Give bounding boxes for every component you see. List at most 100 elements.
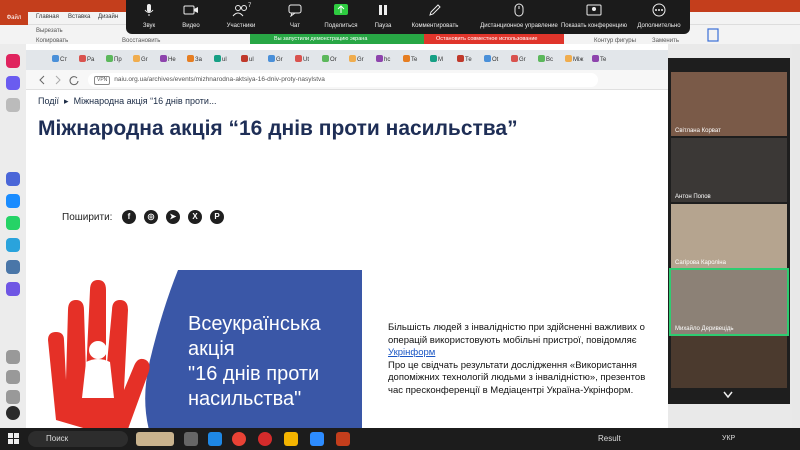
stop-share-button[interactable]: Остановить совместное использование: [424, 34, 564, 44]
browser-tab[interactable]: Gr: [349, 53, 368, 67]
web-page: Події ▸ Міжнародна акція “16 днів проти.…: [26, 90, 668, 428]
tab-label: Gr: [276, 57, 283, 63]
browser-tab[interactable]: ul: [241, 53, 260, 67]
tab-label: Or: [330, 57, 337, 63]
whatsapp-icon[interactable]: [6, 216, 20, 230]
weather-result-label[interactable]: Result: [598, 434, 621, 443]
opera-logo-icon[interactable]: [6, 54, 20, 68]
settings-icon[interactable]: [6, 390, 20, 404]
browser-tab[interactable]: Te: [592, 53, 611, 67]
browser-tab[interactable]: Пр: [106, 53, 125, 67]
tab-favicon-icon: [511, 55, 518, 62]
x-twitter-icon[interactable]: X: [188, 210, 202, 224]
browser-tab[interactable]: Те: [457, 53, 476, 67]
article-line: допоміжних технологій людьми з інвалідні…: [388, 372, 646, 383]
participant-tile-active[interactable]: Михайло Деривецідь: [669, 268, 789, 336]
file-explorer-icon[interactable]: [284, 432, 298, 446]
zoom-annotate-button[interactable]: Комментировать: [400, 3, 470, 29]
instagram-icon[interactable]: ◎: [144, 210, 158, 224]
browser-tab[interactable]: Між: [565, 53, 584, 67]
breadcrumb-home[interactable]: Події: [38, 96, 59, 106]
browser-tab[interactable]: Не: [160, 53, 179, 67]
reload-icon[interactable]: [68, 74, 80, 86]
browser-tab[interactable]: Ст: [52, 53, 71, 67]
tab-favicon-icon: [160, 55, 167, 62]
vpn-badge[interactable]: VPN: [94, 76, 111, 85]
zoom-toolbar: Звук Видео Участники 7 Чат Поделиться Па…: [126, 0, 690, 34]
messenger-icon[interactable]: [6, 194, 20, 208]
browser-tab[interactable]: M: [430, 53, 449, 67]
tab-favicon-icon: [457, 55, 464, 62]
browser-tab[interactable]: ul: [214, 53, 233, 67]
taskbar-search[interactable]: Поиск: [28, 431, 128, 447]
opera-taskbar-icon[interactable]: [258, 432, 272, 446]
participant-tile[interactable]: Світлана Корват: [671, 72, 787, 136]
browser-tab[interactable]: Bc: [538, 53, 557, 67]
pinterest-icon[interactable]: P: [210, 210, 224, 224]
ai-icon[interactable]: [6, 172, 20, 186]
telegram-share-icon[interactable]: ➤: [166, 210, 180, 224]
ppt-tab-home[interactable]: Главная: [36, 14, 59, 20]
forward-icon[interactable]: [52, 74, 64, 86]
powerpoint-taskbar-icon[interactable]: [336, 432, 350, 446]
aria-icon[interactable]: [6, 76, 20, 90]
tab-label: Ut: [303, 57, 309, 63]
pen-icon[interactable]: [6, 406, 20, 420]
browser-tab[interactable]: hc: [376, 53, 395, 67]
ppt-file-tab[interactable]: Файл: [0, 12, 28, 25]
tab-label: Bc: [546, 57, 554, 63]
heart-icon[interactable]: [6, 350, 20, 364]
tab-favicon-icon: [592, 55, 599, 62]
banner-line-1: Всеукраїнська: [188, 313, 321, 335]
chrome-icon[interactable]: [232, 432, 246, 446]
tab-favicon-icon: [295, 55, 302, 62]
language-indicator[interactable]: УКР: [722, 435, 735, 442]
scroll-down-chevron-icon[interactable]: [722, 390, 734, 400]
apps-icon[interactable]: [6, 282, 20, 296]
facebook-icon[interactable]: f: [122, 210, 136, 224]
tab-label: Ot: [492, 57, 499, 63]
participants-count-badge: 7: [248, 3, 252, 9]
browser-tab[interactable]: Ut: [295, 53, 314, 67]
telegram-icon[interactable]: [6, 238, 20, 252]
tab-favicon-icon: [241, 55, 248, 62]
ppt-tab-insert[interactable]: Вставка: [68, 14, 90, 20]
browser-tab[interactable]: За: [187, 53, 206, 67]
browser-tab[interactable]: Ot: [484, 53, 503, 67]
widget-thumbnail[interactable]: [136, 432, 174, 446]
zoom-show-meeting-button[interactable]: Показать конференцию: [556, 3, 632, 29]
participant-tile[interactable]: [671, 336, 787, 388]
windows-start-icon[interactable]: [8, 433, 20, 445]
browser-tab[interactable]: Рa: [79, 53, 98, 67]
browser-tab[interactable]: Or: [322, 53, 341, 67]
page-scrollbar[interactable]: [792, 44, 800, 428]
tab-label: Gr: [141, 57, 148, 63]
tab-label: Рa: [87, 57, 95, 63]
browser-tab[interactable]: Gr: [511, 53, 530, 67]
task-view-icon[interactable]: [184, 432, 198, 446]
ppt-cut[interactable]: Вырезать: [36, 28, 63, 34]
zoom-remote-control-button[interactable]: Дистанционное управление: [474, 3, 564, 29]
history-icon[interactable]: [6, 370, 20, 384]
tab-label: Між: [573, 57, 584, 63]
tab-label: Ст: [60, 57, 68, 63]
ppt-document-icon[interactable]: [706, 28, 720, 42]
browser-tab[interactable]: Gr: [133, 53, 152, 67]
url-field[interactable]: VPN naiu.org.ua/archives/events/mizhnarod…: [88, 73, 598, 87]
participant-tile[interactable]: Антон Попов: [671, 138, 787, 202]
browser-tab[interactable]: Gr: [268, 53, 287, 67]
zoom-more-button[interactable]: Дополнительно: [624, 3, 694, 29]
pause-icon: [379, 5, 387, 15]
video-camera-icon: [183, 5, 198, 15]
participant-tile[interactable]: Сагірова Кароліна: [671, 204, 787, 268]
back-icon[interactable]: [36, 74, 48, 86]
share-screen-icon: [334, 4, 348, 15]
browser-tab[interactable]: Te: [403, 53, 422, 67]
vk-icon[interactable]: [6, 260, 20, 274]
zoom-taskbar-icon[interactable]: [310, 432, 324, 446]
windows-taskbar: Поиск Result УКР: [0, 428, 800, 450]
home-icon[interactable]: [6, 98, 20, 112]
edge-icon[interactable]: [208, 432, 222, 446]
ukrinform-link[interactable]: Укрінформ: [388, 347, 435, 358]
url-text: naiu.org.ua/archives/events/mizhnarodna-…: [114, 76, 325, 83]
